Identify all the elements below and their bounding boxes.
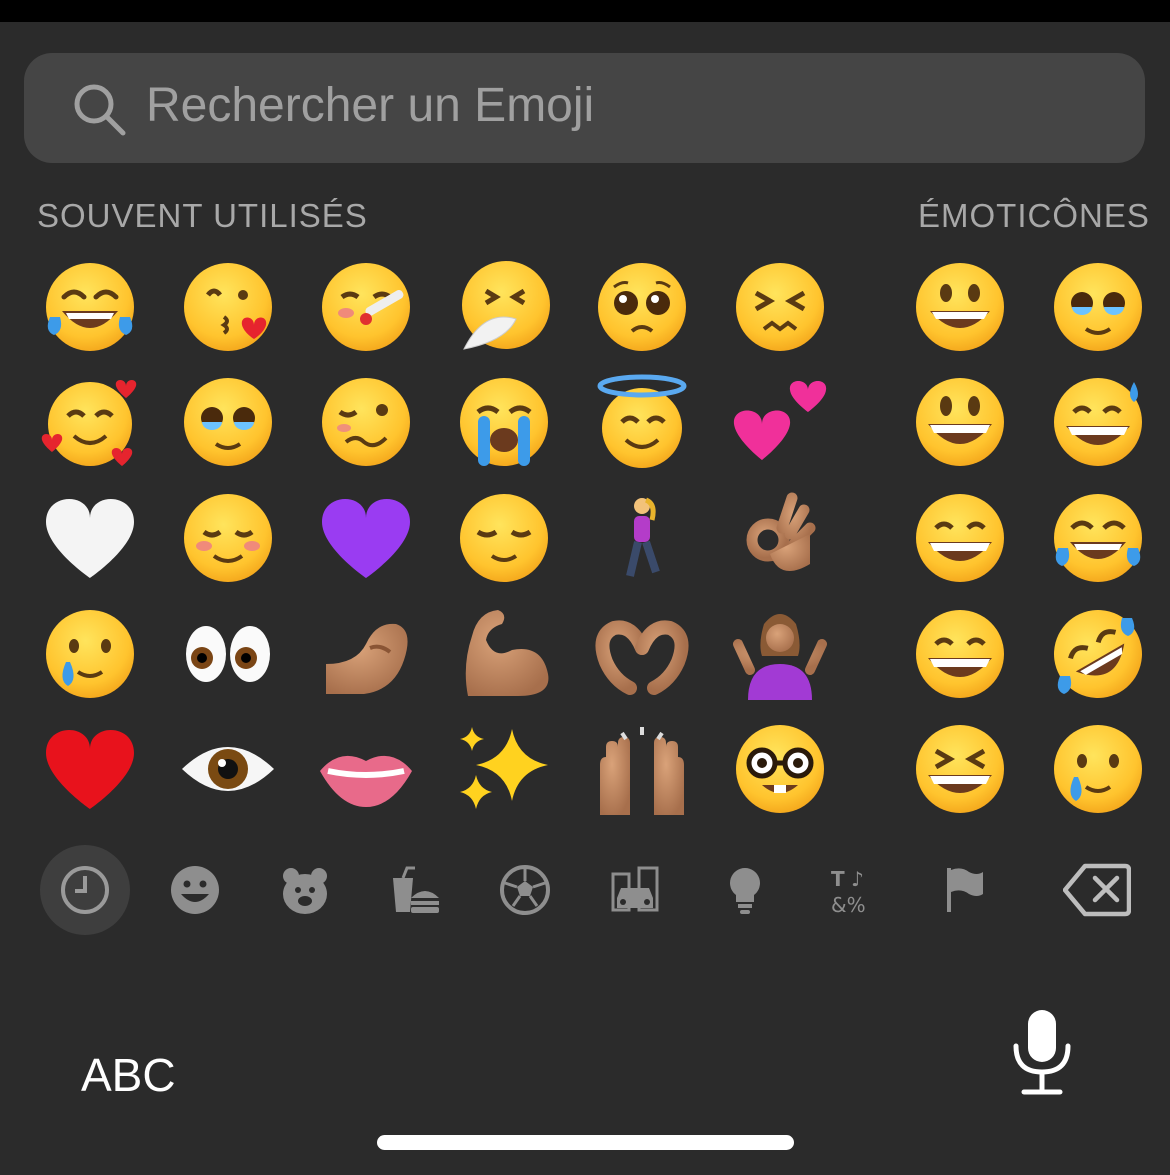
- emoji-two-hearts[interactable]: [725, 367, 835, 477]
- emoji-grinning-face[interactable]: [905, 252, 1015, 362]
- smiley-icon: [171, 866, 219, 914]
- emoji-eye[interactable]: [173, 714, 283, 824]
- emoji-rolling-on-the-floor-laughing[interactable]: [1043, 599, 1153, 709]
- section-label-frequent: SOUVENT UTILISÉS: [37, 197, 368, 234]
- emoji-relieved-face[interactable]: [449, 483, 559, 593]
- category-smileys-button[interactable]: [150, 845, 240, 935]
- status-strip: [0, 0, 1170, 22]
- emoji-face-with-thermometer[interactable]: [311, 252, 421, 362]
- svg-text:T: T: [831, 867, 845, 891]
- lightbulb-icon: [730, 868, 760, 914]
- emoji-face-with-tears-of-joy-2[interactable]: [1043, 483, 1153, 593]
- emoji-pleading-face[interactable]: [587, 252, 697, 362]
- emoji-heart-hands[interactable]: [587, 599, 697, 709]
- emoji-woman-shrugging[interactable]: [725, 599, 835, 709]
- emoji-biting-lip[interactable]: [311, 714, 421, 824]
- category-flags-button[interactable]: [920, 845, 1010, 935]
- emoji-smiling-face-with-tear[interactable]: [1043, 714, 1153, 824]
- emoji-raising-hands[interactable]: [587, 714, 697, 824]
- emoji-smiley-face[interactable]: [905, 367, 1015, 477]
- emoji-loudly-crying-face[interactable]: [449, 367, 559, 477]
- emoji-beaming-face[interactable]: [905, 483, 1015, 593]
- category-objects-button[interactable]: [700, 845, 790, 935]
- microphone-icon[interactable]: [1010, 1008, 1074, 1096]
- emoji-purple-heart[interactable]: [311, 483, 421, 593]
- emoji-face-blowing-a-kiss[interactable]: [173, 252, 283, 362]
- emoji-ok-hand[interactable]: [725, 483, 835, 593]
- emoji-smiling-face-with-hearts[interactable]: [35, 367, 145, 477]
- emoji-eyes[interactable]: [173, 599, 283, 709]
- search-placeholder: Rechercher un Emoji: [146, 79, 595, 132]
- emoji-sneezing-face[interactable]: [449, 252, 559, 362]
- emoji-sparkles[interactable]: [449, 714, 559, 824]
- emoji-red-heart[interactable]: [35, 714, 145, 824]
- category-recent-button[interactable]: [40, 845, 130, 935]
- category-symbols-button[interactable]: T ♪ &%: [810, 845, 900, 935]
- backspace-icon: [1063, 863, 1131, 917]
- soccer-ball-icon: [500, 865, 550, 915]
- emoji-smiling-face[interactable]: [173, 483, 283, 593]
- abc-keyboard-button[interactable]: ABC: [81, 1048, 176, 1102]
- search-icon: [74, 84, 126, 136]
- emoji-smiling-face-with-halo[interactable]: [587, 367, 697, 477]
- category-animals-button[interactable]: [260, 845, 350, 935]
- emoji-nerd-face[interactable]: [725, 714, 835, 824]
- bear-icon: [283, 868, 327, 914]
- emoji-confounded-face[interactable]: [725, 252, 835, 362]
- emoji-flexed-biceps[interactable]: [449, 599, 559, 709]
- emoji-face-holding-back-tears[interactable]: [173, 367, 283, 477]
- emoji-grinning-squinting-face[interactable]: [905, 714, 1015, 824]
- car-city-icon: [611, 866, 659, 912]
- delete-button[interactable]: [1052, 845, 1142, 935]
- section-label-smileys: ÉMOTICÔNES: [918, 197, 1150, 234]
- category-activity-button[interactable]: [480, 845, 570, 935]
- emoji-woman-walking[interactable]: [587, 483, 697, 593]
- svg-text:&%: &%: [831, 893, 866, 916]
- emoji-woozy-face[interactable]: [311, 367, 421, 477]
- emoji-grinning-face-with-sweat[interactable]: [1043, 367, 1153, 477]
- emoji-white-heart[interactable]: [35, 483, 145, 593]
- emoji-face-holding-back-tears-smiling[interactable]: [35, 599, 145, 709]
- emoji-pleading-face-2[interactable]: [1043, 252, 1153, 362]
- emoji-pinching-hand[interactable]: [311, 599, 421, 709]
- svg-text:♪: ♪: [851, 867, 864, 891]
- category-travel-button[interactable]: [590, 845, 680, 935]
- symbols-icon: T ♪&%: [831, 867, 866, 916]
- emoji-face-with-tears-of-joy[interactable]: [35, 252, 145, 362]
- flag-icon: [947, 868, 983, 912]
- home-indicator[interactable]: [377, 1135, 794, 1150]
- burger-icon: [393, 866, 439, 913]
- clock-icon: [61, 866, 109, 914]
- emoji-beaming-face-2[interactable]: [905, 599, 1015, 709]
- category-food-button[interactable]: [370, 845, 460, 935]
